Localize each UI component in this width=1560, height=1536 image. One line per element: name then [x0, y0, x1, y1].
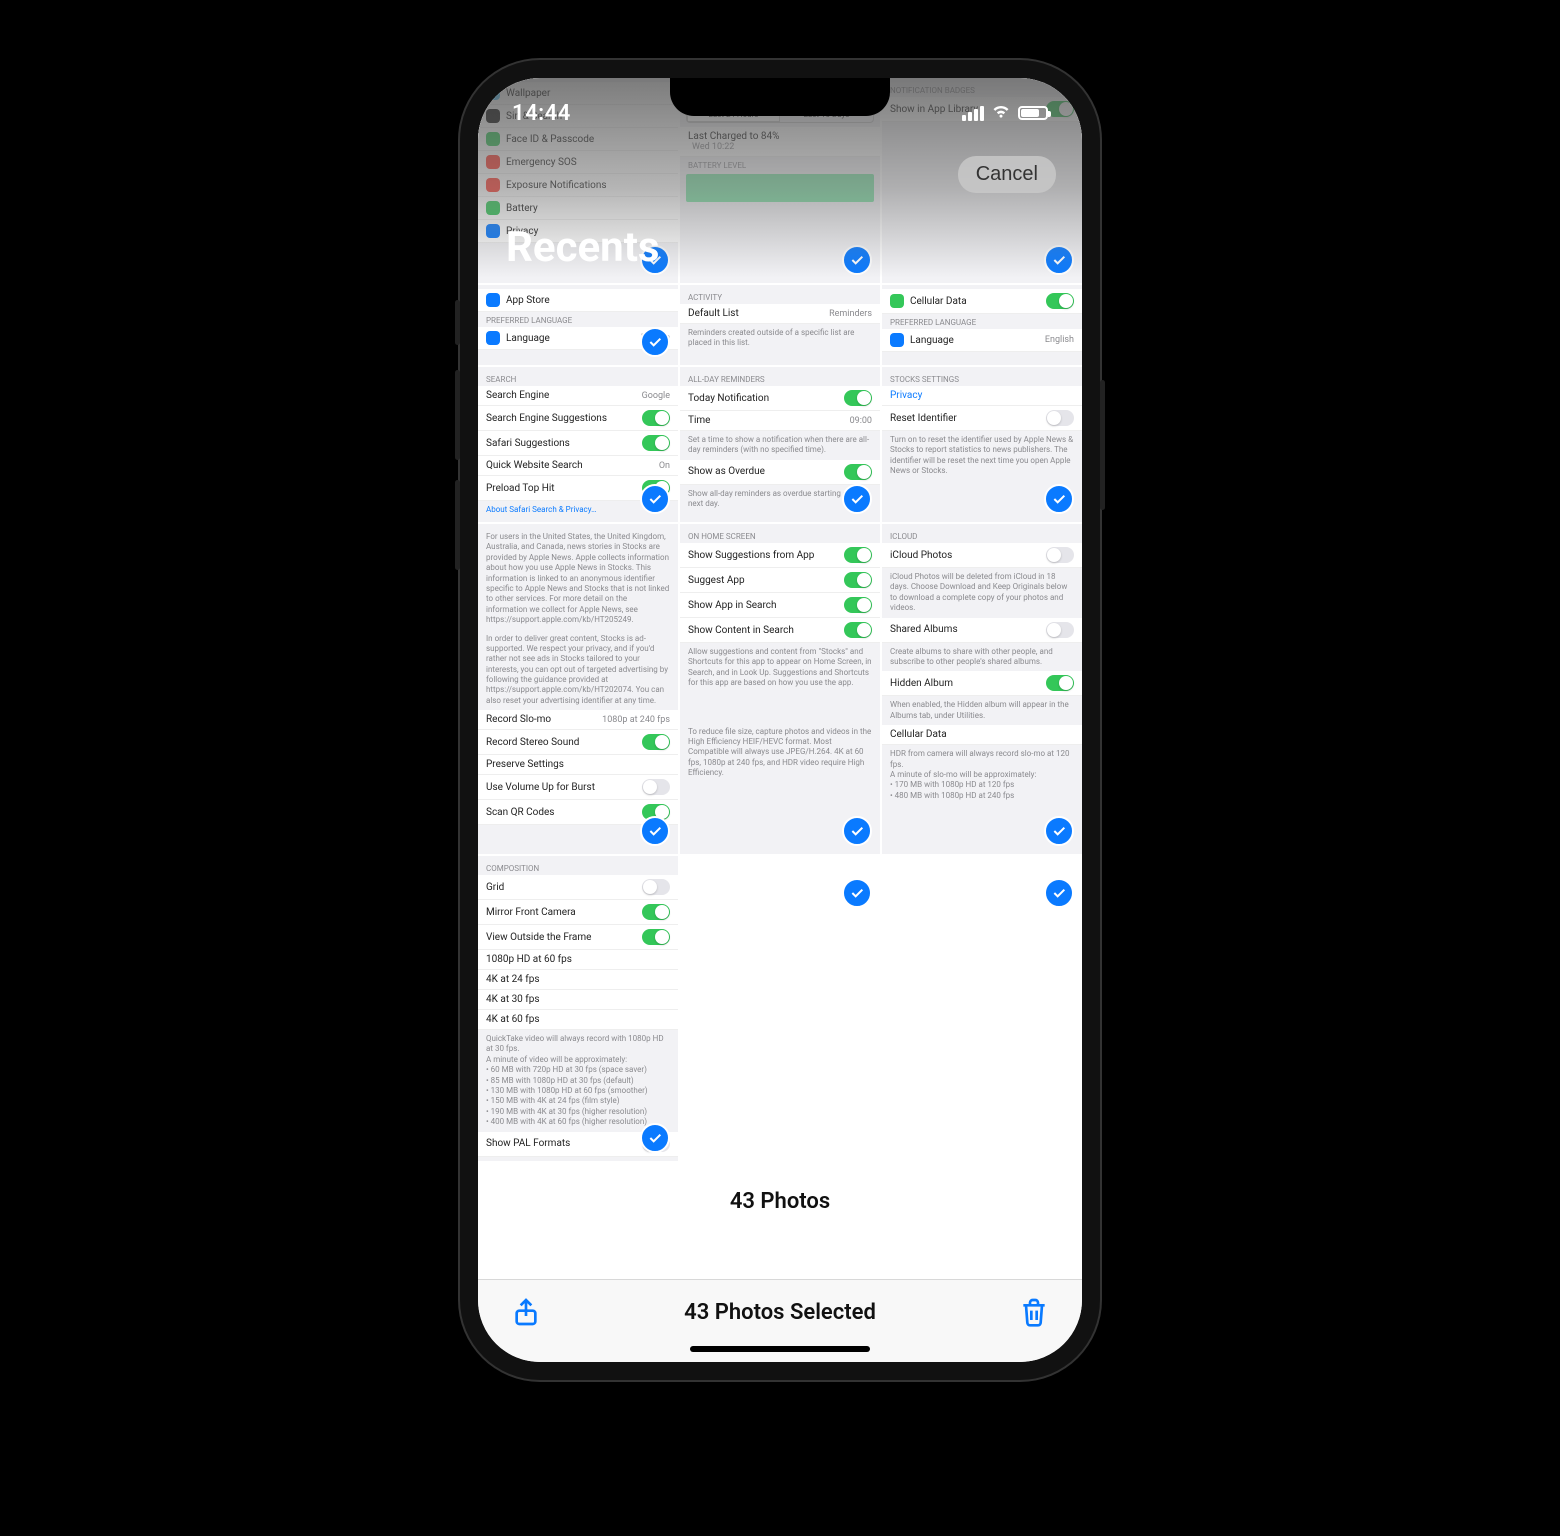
mute-switch [455, 300, 460, 345]
battery-icon [1018, 106, 1048, 120]
screen: 14:44 Recents Cancel WallpaperS [478, 78, 1082, 1362]
home-indicator[interactable] [690, 1346, 870, 1352]
selected-checkmark-icon [842, 878, 872, 908]
photo-thumbnail[interactable] [882, 856, 1082, 916]
selected-checkmark-icon [640, 327, 670, 357]
selected-checkmark-icon [640, 816, 670, 846]
photo-thumbnail[interactable]: Cellular Data PREFERRED LANGUAGE Languag… [882, 285, 1082, 365]
photo-thumbnail[interactable]: COMPOSITION GridMirror Front CameraView … [478, 856, 678, 1161]
album-title: Recents [506, 223, 659, 272]
selection-count-label: 43 Photos Selected [684, 1300, 876, 1325]
selected-checkmark-icon [842, 245, 872, 275]
selected-checkmark-icon [842, 816, 872, 846]
status-time: 14:44 [512, 101, 571, 126]
screenshot-content: Cellular Data PREFERRED LANGUAGE Languag… [882, 285, 1082, 356]
selected-checkmark-icon [1044, 878, 1074, 908]
photo-thumbnail[interactable]: ON HOME SCREEN Show Suggestions from App… [680, 524, 880, 854]
share-button[interactable] [508, 1294, 544, 1330]
screenshot-content: Battery Health Last 24 HoursLast 10 Days… [680, 78, 880, 208]
screenshot-content: ON HOME SCREEN Show Suggestions from App… [680, 524, 880, 787]
photo-thumbnail[interactable]: SEARCH Search EngineGoogleSearch Engine … [478, 367, 678, 522]
phone-frame: 14:44 Recents Cancel WallpaperS [460, 60, 1100, 1380]
selected-checkmark-icon [1044, 816, 1074, 846]
photo-count-label: 43 Photos [478, 1161, 1082, 1254]
selected-checkmark-icon [842, 484, 872, 514]
volume-down-button [455, 480, 460, 570]
selected-checkmark-icon [1044, 245, 1074, 275]
photo-thumbnail[interactable] [680, 856, 880, 916]
screenshot-content: STOCKS SETTINGS Privacy Reset Identifier… [882, 367, 1082, 485]
photo-thumbnail[interactable]: App Store PREFERRED LANGUAGE LanguageEng… [478, 285, 678, 365]
photo-thumbnail[interactable]: ACTIVITY Default ListReminders Reminders… [680, 285, 880, 365]
selected-checkmark-icon [640, 1123, 670, 1153]
screenshot-content: For users in the United States, the Unit… [478, 524, 678, 829]
status-bar: 14:44 [478, 78, 1082, 136]
photo-thumbnail[interactable]: ALL-DAY REMINDERS Today Notification Tim… [680, 367, 880, 522]
volume-up-button [455, 370, 460, 460]
status-indicators [962, 101, 1048, 125]
photo-thumbnail[interactable]: Battery Health Last 24 HoursLast 10 Days… [680, 78, 880, 283]
cancel-button[interactable]: Cancel [958, 156, 1056, 193]
photo-thumbnail[interactable]: STOCKS SETTINGS Privacy Reset Identifier… [882, 367, 1082, 522]
selected-checkmark-icon [1044, 484, 1074, 514]
cellular-signal-icon [962, 106, 984, 121]
selected-checkmark-icon [640, 484, 670, 514]
delete-button[interactable] [1016, 1294, 1052, 1330]
screenshot-content: ACTIVITY Default ListReminders Reminders… [680, 285, 880, 365]
photo-thumbnail[interactable]: For users in the United States, the Unit… [478, 524, 678, 854]
power-button [1100, 380, 1105, 510]
wifi-icon [991, 101, 1011, 125]
screenshot-content: COMPOSITION GridMirror Front CameraView … [478, 856, 678, 1161]
photo-thumbnail[interactable]: ICLOUD iCloud Photos iCloud Photos will … [882, 524, 1082, 854]
screenshot-content: ICLOUD iCloud Photos iCloud Photos will … [882, 524, 1082, 809]
